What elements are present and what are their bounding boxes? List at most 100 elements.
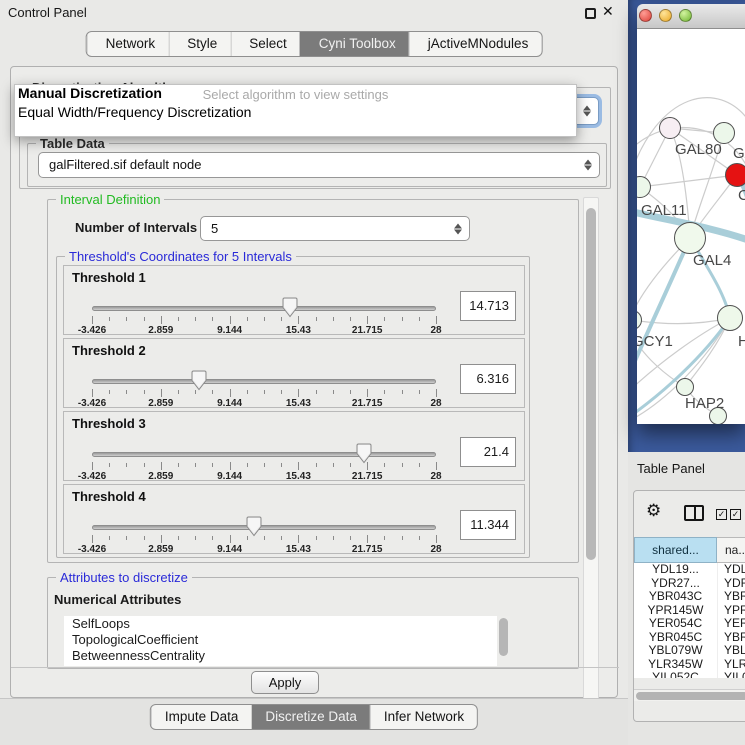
slider-track[interactable] [92,452,436,457]
scale-label: 28 [430,398,441,409]
gear-icon[interactable]: ⚙ [646,501,661,521]
scale-label: -3.426 [78,325,106,336]
scale-label: 28 [430,471,441,482]
cell-shared-name: YBR045C [634,631,717,645]
control-panel-tabs: Network Style Select Cyni Toolbox [86,31,543,57]
settings-scrollbar[interactable] [583,197,599,733]
float-window-icon[interactable] [585,8,596,19]
close-traffic-light-icon[interactable] [639,9,652,22]
cell-name: YLR3 [717,658,745,672]
table-row[interactable]: YBR045C YBR0 [634,631,745,645]
threshold-value-field[interactable]: 6.316 [460,364,516,394]
table-hscrollbar-thumb[interactable] [636,692,745,700]
scale-label: 21.715 [352,471,383,482]
split-columns-icon[interactable] [684,505,704,521]
cell-name: YDR2 [717,577,745,591]
tab[interactable]: Impute Data [151,705,252,729]
tab[interactable]: Discretize Data [251,705,370,729]
slider-thumb[interactable] [282,297,298,318]
attribute-item[interactable]: BetweennessCentrality [64,648,510,664]
network-node[interactable] [717,305,743,331]
table-horizontal-scrollbar[interactable] [634,689,745,701]
apply-button[interactable]: Apply [251,671,319,694]
network-node[interactable] [676,378,694,396]
group-title: Table Data [36,136,109,151]
close-icon[interactable]: ✕ [602,3,614,20]
tab-label: Style [187,32,217,56]
scale-label: 9.144 [217,398,242,409]
table-row[interactable]: YDR27... YDR2 [634,577,745,591]
tab-label: jActiveMNodules [428,32,529,56]
network-canvas[interactable]: GAL80 GA C GAL11 GAL4 GCY1 H HAP2 [637,29,745,424]
slider-track[interactable] [92,306,436,311]
threshold-slider[interactable] [92,523,436,533]
slider-scale: -3.426 2.859 9.144 15.43 21.715 [92,325,436,336]
tab[interactable]: Select [230,32,300,56]
threshold-value-field[interactable]: 21.4 [460,437,516,467]
slider-scale: -3.426 2.859 9.144 15.43 21.715 [92,471,436,482]
zoom-traffic-light-icon[interactable] [679,9,692,22]
tab[interactable]: Cyni Toolbox [300,32,409,56]
slider-track[interactable] [92,525,436,530]
threshold-value-field[interactable]: 11.344 [460,510,516,540]
tab-label: Infer Network [384,705,464,729]
threshold-coordinates-group: Threshold's Coordinates for 5 Intervals … [56,256,530,558]
scale-label: 2.859 [148,471,173,482]
checkbox-checked-icon[interactable]: ✓ [730,509,741,520]
network-node[interactable] [674,222,706,254]
control-panel-title: Control Panel [8,5,87,20]
slider-thumb[interactable] [356,443,372,464]
table-data-combobox[interactable]: galFiltered.sif default node [38,152,600,178]
table-row[interactable]: YPR145W YPR1 [634,604,745,618]
tab[interactable]: Style [168,32,230,56]
table-row[interactable]: YBR043C YBR0 [634,590,745,604]
table-row[interactable]: YDL19... YDL1 [634,563,745,577]
table-row[interactable]: YIL052C YIL0 [634,671,745,678]
scale-label: -3.426 [78,398,106,409]
cyni-mode-tabs: Impute Data Discretize Data Infer Networ… [150,704,478,730]
cell-name: YER0 [717,617,745,631]
threshold-label: Threshold 3 [72,416,146,431]
table-data-group: Table Data galFiltered.sif default node [27,143,607,187]
tab[interactable]: Network [87,32,169,56]
attributes-scrollbar-thumb[interactable] [499,618,508,656]
threshold-value-field[interactable]: 14.713 [460,291,516,321]
slider-track[interactable] [92,379,436,384]
attribute-item[interactable]: TopologicalCoefficient [64,632,510,648]
scale-label: 2.859 [148,325,173,336]
slider-thumb[interactable] [191,370,207,391]
slider-ticks [92,389,436,398]
network-window-titlebar [637,4,745,29]
attributes-scrollbar[interactable] [497,616,510,666]
cell-shared-name: YPR145W [634,604,717,618]
slider-thumb[interactable] [246,516,262,537]
tab[interactable]: Infer Network [370,705,477,729]
slider-ticks [92,462,436,471]
settings-scrollbar-thumb[interactable] [586,208,596,560]
table-row[interactable]: YER054C YER0 [634,617,745,631]
threshold-slider[interactable] [92,377,436,387]
attribute-item[interactable]: SelfLoops [64,616,510,632]
table-row[interactable]: YLR345W YLR3 [634,658,745,672]
column-header-name[interactable]: na... [717,537,745,563]
dropdown-option[interactable]: Equal Width/Frequency Discretization [18,104,574,121]
scale-label: 21.715 [352,325,383,336]
network-node[interactable] [725,163,745,187]
checkbox-checked-icon[interactable]: ✓ [716,509,727,520]
table-row[interactable]: YBL079W YBL0 [634,644,745,658]
dropdown-option[interactable]: Manual Discretization [18,85,574,102]
cell-name: YBR0 [717,590,745,604]
slider-scale: -3.426 2.859 9.144 15.43 21.715 [92,544,436,555]
minimize-traffic-light-icon[interactable] [659,9,672,22]
threshold-slider[interactable] [92,304,436,314]
cell-shared-name: YBL079W [634,644,717,658]
combo-stepper-icon [584,160,592,171]
node-label: HAP2 [685,395,724,412]
network-node[interactable] [659,117,681,139]
column-header-shared-name[interactable]: shared... [634,537,717,563]
tab[interactable]: jActiveMNodules [409,32,542,56]
scale-label: 2.859 [148,544,173,555]
tab-label: Select [249,32,287,56]
num-intervals-combobox[interactable]: 5 [200,216,470,241]
threshold-slider[interactable] [92,450,436,460]
